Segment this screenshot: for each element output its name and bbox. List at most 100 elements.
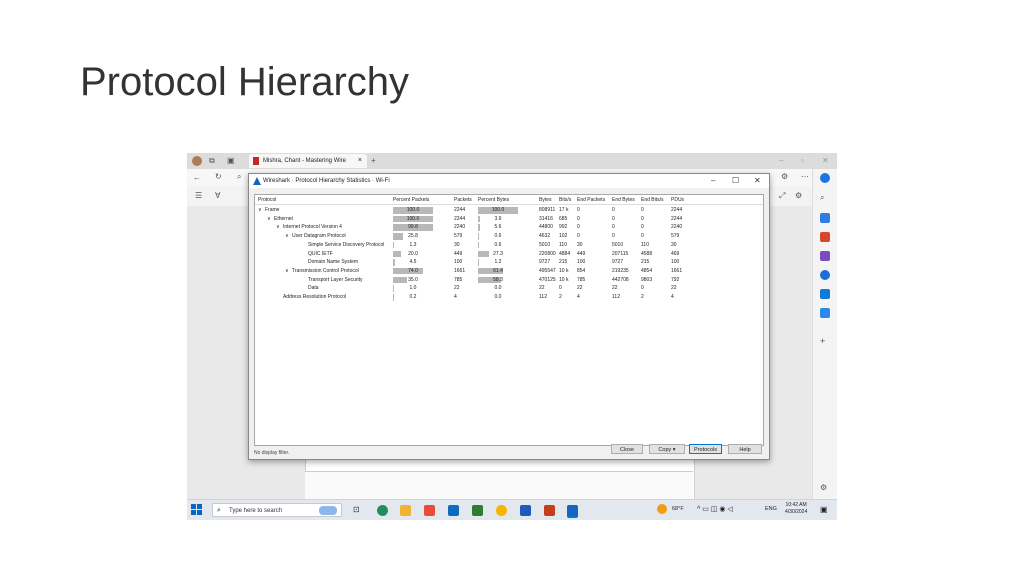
bits-cell: 102	[559, 233, 568, 240]
back-icon[interactable]: ←	[193, 173, 201, 183]
column-header-end-packets[interactable]: End Packets	[577, 197, 605, 203]
packets-cell: 100	[454, 259, 463, 266]
settings-icon[interactable]: ⚙	[795, 191, 802, 201]
draw-icon[interactable]: ∀	[215, 191, 220, 201]
browser-tab[interactable]: Mishra, Chant - Mastering Wire ×	[249, 154, 367, 168]
table-row[interactable]: ∨ User Datagram Protocol 25.8 0.6 579 4632 102…	[255, 232, 763, 241]
powerpoint-icon[interactable]	[544, 505, 555, 516]
table-row[interactable]: Simple Service Discovery Protocol 1.3 0.6 3…	[255, 241, 763, 250]
end-bytes-cell: 112	[612, 294, 620, 300]
table-row[interactable]: QUIC IETF 20.0 27.3 449 220800 4884 449 207115 4…	[255, 250, 763, 259]
search-icon[interactable]: ⌕	[237, 172, 241, 182]
shopping-icon[interactable]	[820, 213, 830, 223]
tab-close-icon[interactable]: ×	[358, 154, 362, 168]
packets-cell: 2240	[454, 224, 466, 231]
end-bytes-cell: 0	[612, 207, 615, 213]
protocols-button[interactable]: Protocols	[689, 444, 722, 454]
sidebar-settings-icon[interactable]: ⚙	[820, 483, 830, 493]
wireshark-taskbar-icon[interactable]	[567, 505, 578, 518]
column-header-pdus[interactable]: PDUs	[671, 197, 684, 203]
column-header-packets[interactable]: Packets	[454, 197, 472, 203]
browser-close-icon[interactable]: ✕	[822, 156, 829, 166]
expand-toggle-icon[interactable]: ∨	[276, 223, 280, 232]
new-tab-button[interactable]: +	[371, 156, 376, 166]
refresh-icon[interactable]: ↻	[215, 172, 222, 182]
table-row[interactable]: ∨ Ethernet 100.0 3.9 2244 31416 685 0 0 0 2244	[255, 215, 763, 224]
table-row[interactable]: Domain Name System 4.5 1.2 100 9727 215 100 972…	[255, 258, 763, 267]
taskbar-clock[interactable]: 10:42 AM 4/30/2024	[785, 502, 807, 516]
expand-toggle-icon[interactable]: ∨	[267, 215, 271, 224]
table-row[interactable]: ∨ Frame 100.0 100.0 2244 808911 17 k 0 0 0 2244	[255, 206, 763, 215]
app-icon-green[interactable]	[472, 505, 483, 516]
column-header-percent-bytes[interactable]: Percent Bytes	[478, 197, 509, 203]
percent-value: 58.3	[493, 276, 503, 283]
expand-toggle-icon[interactable]: ∨	[258, 206, 262, 215]
column-header-end-bytes[interactable]: End Bytes	[612, 197, 635, 203]
percent-bytes-cell: 0.6	[478, 241, 518, 249]
packets-cell: 4	[454, 294, 457, 300]
more-menu-icon[interactable]: ⋯	[801, 172, 809, 182]
help-button[interactable]: Help	[728, 444, 762, 454]
pdus-cell: 579	[671, 233, 680, 240]
fullscreen-icon[interactable]: ⤢	[779, 191, 785, 201]
table-row[interactable]: ∨ Internet Protocol Version 4 99.8 5.6 2240 4…	[255, 223, 763, 232]
word-icon[interactable]	[520, 505, 531, 516]
percent-value: 4.5	[409, 259, 417, 266]
weather-temp[interactable]: 68°F	[672, 506, 684, 512]
language-indicator[interactable]: ENG	[765, 506, 777, 512]
expand-toggle-icon[interactable]: ∨	[285, 232, 289, 241]
workspaces-icon[interactable]: ⧉	[209, 156, 215, 166]
games-icon[interactable]	[820, 251, 830, 261]
table-row[interactable]: Address Resolution Protocol 0.2 0.0 4 112 2 4 1…	[255, 293, 763, 302]
end-bytes-cell: 0	[612, 224, 615, 231]
close-button[interactable]: Close	[611, 444, 643, 454]
percent-value: 1.3	[409, 241, 417, 248]
sidebar-search-icon[interactable]: ⌕	[820, 193, 830, 203]
table-row[interactable]: ∨ Transmission Control Protocol 74.0 61.4 16…	[255, 267, 763, 276]
weather-icon[interactable]	[657, 504, 667, 514]
browser-minimize-icon[interactable]: –	[779, 156, 783, 166]
expand-toggle-icon[interactable]: ∨	[285, 267, 289, 276]
browser-restore-icon[interactable]: ▫	[801, 156, 804, 166]
protocol-tree[interactable]: Protocol Percent Packets Packets Percent…	[254, 194, 764, 446]
column-header-bytes[interactable]: Bytes	[539, 197, 552, 203]
chrome-icon[interactable]	[496, 505, 507, 516]
office-icon[interactable]	[820, 270, 830, 280]
file-explorer-icon[interactable]	[400, 505, 411, 516]
add-sidebar-app-icon[interactable]: +	[820, 336, 830, 346]
column-header-percent-packets[interactable]: Percent Packets	[393, 197, 429, 203]
copilot-icon[interactable]	[820, 173, 830, 183]
table-row[interactable]: Data 1.0 0.0 22 22 0 22 22 0 22	[255, 284, 763, 293]
end-bits-cell: 215	[641, 259, 650, 266]
copy-button[interactable]: Copy ▾	[649, 444, 685, 454]
mail-icon[interactable]	[448, 505, 459, 516]
extension-icon[interactable]: ⚙	[781, 172, 788, 182]
minimize-button[interactable]: –	[711, 174, 715, 188]
percent-value: 0.0	[494, 294, 502, 300]
notification-icon[interactable]: ▣	[820, 505, 828, 514]
tab-actions-icon[interactable]: ▣	[227, 156, 235, 166]
maximize-button[interactable]: ☐	[732, 174, 739, 188]
column-header-protocol[interactable]: Protocol	[258, 197, 276, 203]
close-window-button[interactable]: ✕	[754, 174, 761, 188]
profile-avatar[interactable]	[192, 156, 202, 166]
store-icon[interactable]	[424, 505, 435, 516]
outlook-icon[interactable]	[820, 289, 830, 299]
column-header-bits-per-second[interactable]: Bits/s	[559, 197, 571, 203]
contents-icon[interactable]: ☰	[195, 191, 202, 201]
tools-icon[interactable]	[820, 232, 830, 242]
percent-value: 100.0	[491, 207, 505, 213]
drop-icon[interactable]	[820, 308, 830, 318]
system-tray-icons[interactable]: ^ ▭ ◫ ◉ ◁	[697, 505, 733, 513]
windows-start-icon[interactable]	[191, 504, 202, 515]
pdf-page-next	[305, 471, 693, 500]
table-row[interactable]: Transport Layer Security 35.0 58.3 785 47012…	[255, 276, 763, 285]
end-bytes-cell: 207115	[612, 250, 629, 257]
task-view-icon[interactable]: ⊡	[353, 505, 364, 516]
end-bits-cell: 110	[641, 241, 649, 248]
taskbar-search-input[interactable]: ⌕ Type here to search	[212, 503, 342, 517]
column-header-end-bits-per-second[interactable]: End Bits/s	[641, 197, 664, 203]
protocol-name: Domain Name System	[308, 259, 359, 266]
edge-taskbar-icon[interactable]	[377, 505, 388, 516]
slide-title: Protocol Hierarchy	[80, 60, 410, 104]
